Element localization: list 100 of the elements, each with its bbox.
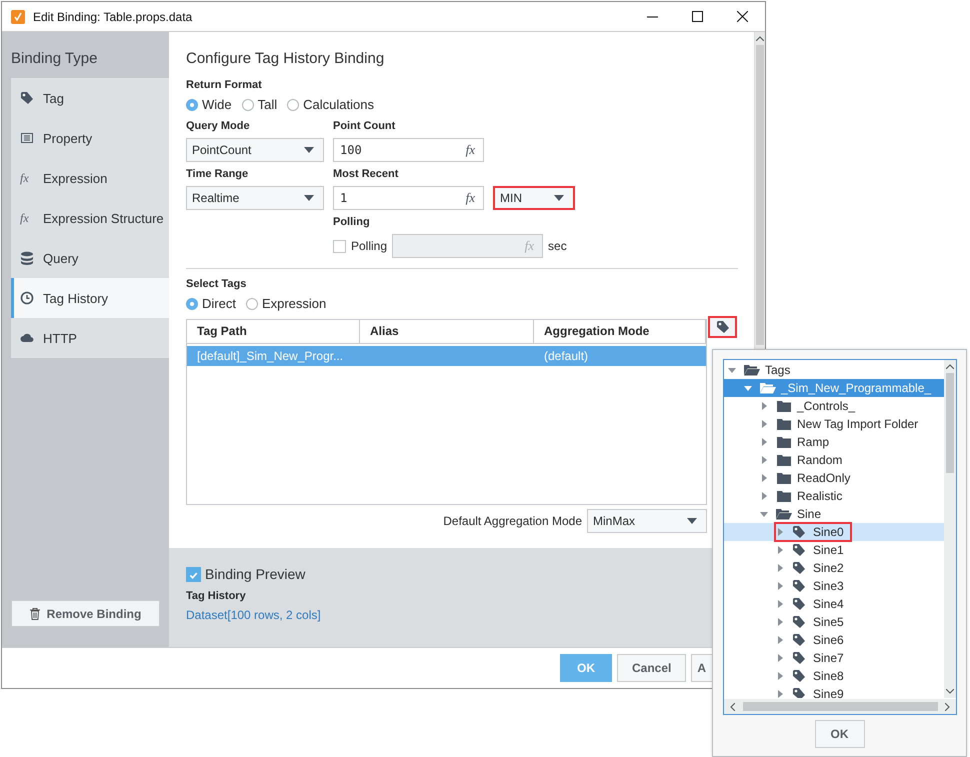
field-label: Tag History	[186, 590, 247, 602]
folder-icon	[776, 400, 792, 412]
folder-icon	[776, 472, 792, 484]
scroll-thumb[interactable]	[946, 373, 954, 473]
sidebar-item[interactable]: fx Expression Structure	[11, 198, 169, 238]
tag-icon	[20, 91, 34, 105]
tree-item[interactable]: Sine6	[724, 631, 944, 649]
column-header[interactable]: Alias	[360, 320, 534, 343]
tag-icon	[792, 597, 808, 611]
open-folder-icon	[760, 382, 776, 394]
tag-icon	[792, 579, 808, 593]
folder-icon	[776, 454, 792, 466]
sidebar-item[interactable]: fx Expression	[11, 158, 169, 198]
dropdown-caret-icon	[554, 195, 564, 201]
scroll-down-icon	[946, 689, 954, 694]
field-label: Return Format	[186, 79, 263, 91]
field-label: Default Aggregation Mode	[443, 514, 582, 528]
column-header[interactable]: Tag Path	[187, 320, 360, 343]
tree-item[interactable]: Sine5	[724, 613, 944, 631]
scrollbar[interactable]	[944, 360, 956, 698]
radio-button[interactable]	[242, 98, 254, 110]
scroll-up-icon	[946, 364, 954, 369]
tree-item[interactable]: Sine1	[724, 541, 944, 559]
scroll-left-icon	[730, 702, 735, 710]
tree-item[interactable]: ReadOnly	[724, 469, 944, 487]
radio-label: Expression	[262, 296, 326, 311]
maximize-icon[interactable]	[692, 11, 703, 22]
tag-icon	[792, 669, 808, 683]
dropdown-caret-icon	[687, 518, 697, 524]
ok-button[interactable]: OK	[814, 720, 864, 748]
radio-button[interactable]	[186, 298, 198, 310]
folder-icon	[776, 490, 792, 502]
tree-item[interactable]: Random	[724, 451, 944, 469]
expression-button[interactable]: fx	[466, 190, 475, 206]
close-icon[interactable]	[737, 11, 748, 22]
tag-icon	[792, 633, 808, 647]
tree-item[interactable]: New Tag Import Folder	[724, 415, 944, 433]
tag-icon	[792, 543, 808, 557]
dialog-button[interactable]: Cancel	[617, 654, 686, 682]
tag-browse-button[interactable]	[708, 316, 737, 338]
radio-button[interactable]	[287, 98, 300, 110]
expression-icon: fx	[20, 210, 34, 226]
scroll-thumb[interactable]	[756, 45, 764, 345]
radio-button[interactable]	[246, 298, 258, 310]
checkbox[interactable]	[186, 566, 201, 582]
sidebar-item[interactable]: Tag	[11, 78, 169, 118]
scroll-right-icon	[945, 702, 950, 710]
tree-item[interactable]: Sine7	[724, 649, 944, 667]
tree-item[interactable]: Sine3	[724, 577, 944, 595]
column-header[interactable]: Aggregation Mode	[534, 320, 706, 343]
tree-item[interactable]: Sine	[724, 505, 944, 523]
input-field[interactable]: 1 fx	[333, 186, 484, 210]
open-folder-icon	[744, 364, 760, 376]
tree-item[interactable]: Ramp	[724, 433, 944, 451]
radio-label: Direct	[202, 296, 236, 311]
radio-label: Calculations	[303, 97, 374, 112]
field-label: Point Count	[333, 120, 396, 132]
dropdown[interactable]: PointCount	[186, 138, 324, 162]
tree-item[interactable]: Sine8	[724, 667, 944, 685]
scroll-thumb[interactable]	[742, 702, 938, 711]
sidebar-item[interactable]: HTTP	[11, 318, 169, 358]
checkbox-label: Polling	[351, 239, 388, 253]
tag-icon	[792, 615, 808, 629]
field-label: Polling	[333, 216, 371, 228]
section-title: Configure Tag History Binding	[186, 50, 386, 67]
list-icon	[20, 131, 34, 145]
open-folder-icon	[776, 508, 792, 520]
tree-item[interactable]: _Controls_	[724, 397, 944, 415]
tree-item[interactable]: Sine2	[724, 559, 944, 577]
tree-item[interactable]: Sine0	[724, 523, 944, 541]
tree-item[interactable]: Tags	[724, 361, 944, 379]
sidebar-heading: Binding Type	[11, 49, 98, 69]
tag-icon	[792, 525, 808, 539]
expression-button[interactable]: fx	[466, 142, 475, 158]
radio-label: Wide	[202, 97, 232, 112]
remove-binding-button[interactable]: Remove Binding	[11, 600, 160, 627]
scroll-up-icon	[756, 36, 764, 41]
tree-item[interactable]: Realistic	[724, 487, 944, 505]
tag-icon	[716, 320, 730, 334]
dropdown[interactable]: MIN	[493, 186, 575, 210]
checkbox-label: Binding Preview	[205, 566, 306, 582]
tag-icon	[792, 687, 808, 698]
sidebar-item[interactable]: Tag History	[11, 278, 169, 318]
radio-button[interactable]	[186, 98, 198, 110]
sidebar-item[interactable]: Property	[11, 118, 169, 158]
input-field[interactable]: 100 fx	[333, 138, 484, 162]
tag-icon	[792, 651, 808, 665]
app-icon	[11, 10, 25, 24]
sidebar-item[interactable]: Query	[11, 238, 169, 278]
dropdown[interactable]: MinMax	[587, 509, 707, 533]
scrollbar[interactable]	[724, 699, 956, 714]
tree-item[interactable]: Sine9	[724, 685, 944, 698]
window-title: Edit Binding: Table.props.data	[33, 10, 194, 24]
database-icon	[20, 251, 34, 265]
preview-result: Dataset[100 rows, 2 cols]	[186, 608, 322, 622]
field-label: Most Recent	[333, 168, 400, 180]
dropdown-caret-icon	[304, 195, 314, 201]
tree-item[interactable]: Sine4	[724, 595, 944, 613]
dropdown[interactable]: Realtime	[186, 186, 324, 210]
radio-label: Tall	[258, 97, 278, 112]
